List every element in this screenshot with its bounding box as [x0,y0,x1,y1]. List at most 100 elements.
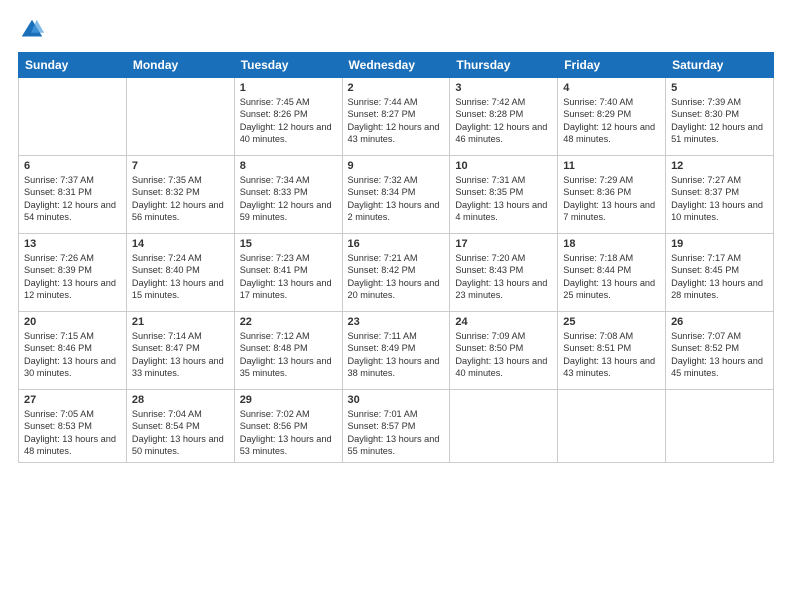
day-cell [450,390,558,463]
day-info: Sunrise: 7:31 AM Sunset: 8:35 PM Dayligh… [455,174,552,224]
day-info: Sunrise: 7:15 AM Sunset: 8:46 PM Dayligh… [24,330,121,380]
day-info: Sunrise: 7:23 AM Sunset: 8:41 PM Dayligh… [240,252,337,302]
weekday-header-wednesday: Wednesday [342,53,450,78]
day-info: Sunrise: 7:45 AM Sunset: 8:26 PM Dayligh… [240,96,337,146]
weekday-header-friday: Friday [558,53,666,78]
day-number: 17 [455,238,552,250]
day-info: Sunrise: 7:12 AM Sunset: 8:48 PM Dayligh… [240,330,337,380]
day-info: Sunrise: 7:08 AM Sunset: 8:51 PM Dayligh… [563,330,660,380]
day-number: 24 [455,316,552,328]
day-info: Sunrise: 7:40 AM Sunset: 8:29 PM Dayligh… [563,96,660,146]
day-info: Sunrise: 7:35 AM Sunset: 8:32 PM Dayligh… [132,174,229,224]
day-cell: 3 Sunrise: 7:42 AM Sunset: 8:28 PM Daylig… [450,78,558,156]
day-cell: 9 Sunrise: 7:32 AM Sunset: 8:34 PM Daylig… [342,156,450,234]
day-cell: 27 Sunrise: 7:05 AM Sunset: 8:53 PM Dayli… [19,390,127,463]
day-number: 5 [671,82,768,94]
day-cell [666,390,774,463]
week-row-4: 20 Sunrise: 7:15 AM Sunset: 8:46 PM Dayli… [19,312,774,390]
day-info: Sunrise: 7:26 AM Sunset: 8:39 PM Dayligh… [24,252,121,302]
day-cell [558,390,666,463]
day-cell: 17 Sunrise: 7:20 AM Sunset: 8:43 PM Dayli… [450,234,558,312]
day-number: 29 [240,394,337,406]
day-cell: 13 Sunrise: 7:26 AM Sunset: 8:39 PM Dayli… [19,234,127,312]
day-info: Sunrise: 7:32 AM Sunset: 8:34 PM Dayligh… [348,174,445,224]
day-cell: 30 Sunrise: 7:01 AM Sunset: 8:57 PM Dayli… [342,390,450,463]
day-number: 23 [348,316,445,328]
day-number: 30 [348,394,445,406]
day-info: Sunrise: 7:02 AM Sunset: 8:56 PM Dayligh… [240,408,337,458]
day-info: Sunrise: 7:29 AM Sunset: 8:36 PM Dayligh… [563,174,660,224]
day-number: 9 [348,160,445,172]
day-cell: 18 Sunrise: 7:18 AM Sunset: 8:44 PM Dayli… [558,234,666,312]
calendar-table: SundayMondayTuesdayWednesdayThursdayFrid… [18,52,774,463]
day-cell: 6Sunrise: 7:37 AM Sunset: 8:31 PM Daylig… [19,156,127,234]
day-number: 14 [132,238,229,250]
day-number: 15 [240,238,337,250]
week-row-5: 27 Sunrise: 7:05 AM Sunset: 8:53 PM Dayli… [19,390,774,463]
day-cell: 25 Sunrise: 7:08 AM Sunset: 8:51 PM Dayli… [558,312,666,390]
weekday-header-sunday: Sunday [19,53,127,78]
day-number: 2 [348,82,445,94]
day-number: 26 [671,316,768,328]
day-number: 22 [240,316,337,328]
day-cell: 11 Sunrise: 7:29 AM Sunset: 8:36 PM Dayli… [558,156,666,234]
day-cell: 1 Sunrise: 7:45 AM Sunset: 8:26 PM Daylig… [234,78,342,156]
day-number: 6 [24,160,121,172]
day-info: Sunrise: 7:42 AM Sunset: 8:28 PM Dayligh… [455,96,552,146]
weekday-header-saturday: Saturday [666,53,774,78]
week-row-1: 1 Sunrise: 7:45 AM Sunset: 8:26 PM Daylig… [19,78,774,156]
weekday-header-tuesday: Tuesday [234,53,342,78]
day-number: 20 [24,316,121,328]
day-info: Sunrise: 7:09 AM Sunset: 8:50 PM Dayligh… [455,330,552,380]
day-info: Sunrise: 7:14 AM Sunset: 8:47 PM Dayligh… [132,330,229,380]
day-number: 18 [563,238,660,250]
day-info: Sunrise: 7:34 AM Sunset: 8:33 PM Dayligh… [240,174,337,224]
week-row-3: 13 Sunrise: 7:26 AM Sunset: 8:39 PM Dayli… [19,234,774,312]
logo-icon [18,16,46,44]
day-cell: 8 Sunrise: 7:34 AM Sunset: 8:33 PM Daylig… [234,156,342,234]
day-info: Sunrise: 7:01 AM Sunset: 8:57 PM Dayligh… [348,408,445,458]
day-number: 8 [240,160,337,172]
day-number: 13 [24,238,121,250]
day-number: 12 [671,160,768,172]
day-info: Sunrise: 7:24 AM Sunset: 8:40 PM Dayligh… [132,252,229,302]
day-number: 21 [132,316,229,328]
day-cell: 5 Sunrise: 7:39 AM Sunset: 8:30 PM Daylig… [666,78,774,156]
day-cell: 12 Sunrise: 7:27 AM Sunset: 8:37 PM Dayli… [666,156,774,234]
logo [18,16,50,44]
day-cell: 10 Sunrise: 7:31 AM Sunset: 8:35 PM Dayli… [450,156,558,234]
day-number: 7 [132,160,229,172]
day-cell: 19Sunrise: 7:17 AM Sunset: 8:45 PM Dayli… [666,234,774,312]
day-cell: 24 Sunrise: 7:09 AM Sunset: 8:50 PM Dayli… [450,312,558,390]
page: SundayMondayTuesdayWednesdayThursdayFrid… [0,0,792,612]
day-info: Sunrise: 7:17 AM Sunset: 8:45 PM Dayligh… [671,252,768,302]
day-number: 25 [563,316,660,328]
day-info: Sunrise: 7:07 AM Sunset: 8:52 PM Dayligh… [671,330,768,380]
day-cell: 23Sunrise: 7:11 AM Sunset: 8:49 PM Dayli… [342,312,450,390]
day-cell: 2Sunrise: 7:44 AM Sunset: 8:27 PM Daylig… [342,78,450,156]
day-info: Sunrise: 7:05 AM Sunset: 8:53 PM Dayligh… [24,408,121,458]
day-number: 10 [455,160,552,172]
day-cell: 26 Sunrise: 7:07 AM Sunset: 8:52 PM Dayli… [666,312,774,390]
weekday-header-monday: Monday [126,53,234,78]
day-number: 3 [455,82,552,94]
day-number: 27 [24,394,121,406]
day-info: Sunrise: 7:21 AM Sunset: 8:42 PM Dayligh… [348,252,445,302]
week-row-2: 6Sunrise: 7:37 AM Sunset: 8:31 PM Daylig… [19,156,774,234]
day-cell: 14 Sunrise: 7:24 AM Sunset: 8:40 PM Dayli… [126,234,234,312]
day-number: 16 [348,238,445,250]
day-info: Sunrise: 7:27 AM Sunset: 8:37 PM Dayligh… [671,174,768,224]
day-number: 11 [563,160,660,172]
day-cell: 4 Sunrise: 7:40 AM Sunset: 8:29 PM Daylig… [558,78,666,156]
day-cell: 15 Sunrise: 7:23 AM Sunset: 8:41 PM Dayli… [234,234,342,312]
day-info: Sunrise: 7:18 AM Sunset: 8:44 PM Dayligh… [563,252,660,302]
day-cell: 20 Sunrise: 7:15 AM Sunset: 8:46 PM Dayli… [19,312,127,390]
day-cell: 29 Sunrise: 7:02 AM Sunset: 8:56 PM Dayli… [234,390,342,463]
day-cell: 16 Sunrise: 7:21 AM Sunset: 8:42 PM Dayli… [342,234,450,312]
day-number: 1 [240,82,337,94]
day-info: Sunrise: 7:39 AM Sunset: 8:30 PM Dayligh… [671,96,768,146]
day-number: 4 [563,82,660,94]
day-info: Sunrise: 7:20 AM Sunset: 8:43 PM Dayligh… [455,252,552,302]
day-cell: 21 Sunrise: 7:14 AM Sunset: 8:47 PM Dayli… [126,312,234,390]
day-cell [126,78,234,156]
